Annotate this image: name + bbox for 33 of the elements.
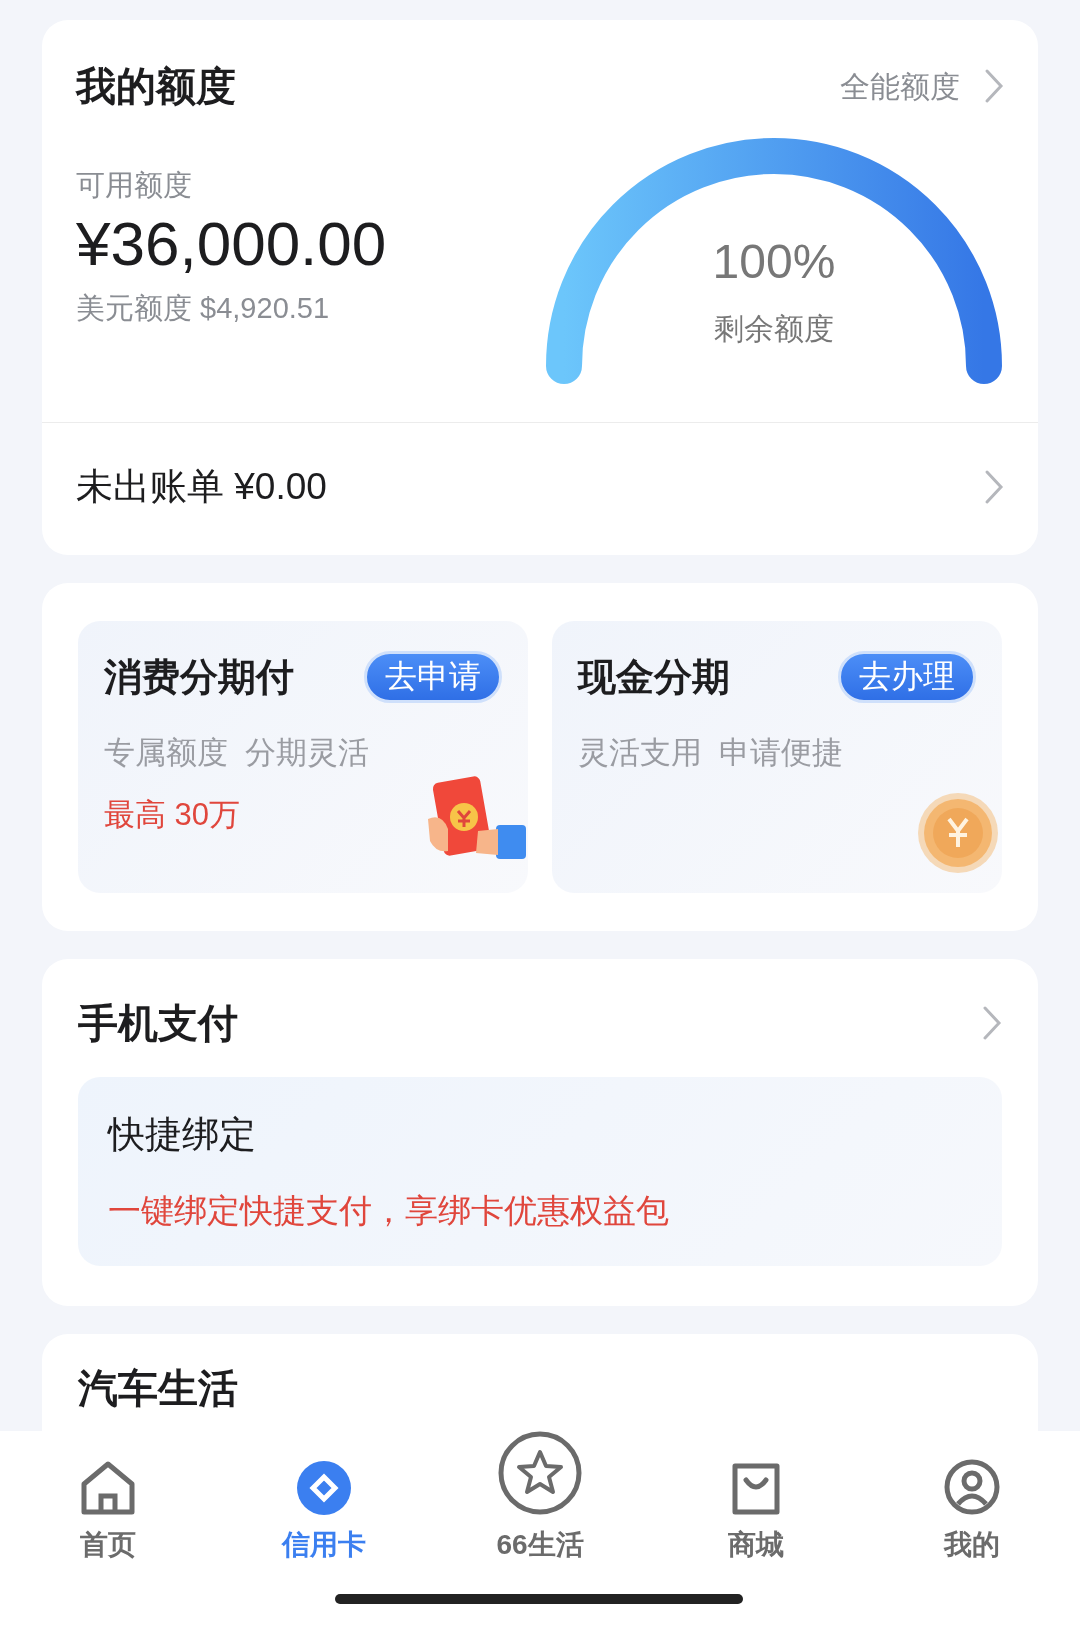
apply-button[interactable]: 去办理 <box>838 651 976 703</box>
tile-subtitle: 专属额度 分期灵活 <box>104 733 371 772</box>
usd-quota-text: 美元额度 $4,920.51 <box>76 290 331 326</box>
apply-button[interactable]: 去申请 <box>364 651 502 703</box>
chevron-icon <box>982 1004 1002 1041</box>
tab-item[interactable]: 商城 <box>651 1462 861 1566</box>
tab-item[interactable]: 我的 <box>867 1458 1077 1566</box>
chevron-icon <box>984 68 1004 104</box>
unbilled-text: 未出账单 ¥0.00 <box>76 465 327 509</box>
panel-title: 快捷绑定 <box>108 1112 257 1157</box>
tab-item[interactable]: 信用卡 <box>219 1460 429 1566</box>
tile-title: 消费分期付 <box>104 654 294 700</box>
limit-text: 最高 30万 <box>104 796 242 834</box>
tile-title: 现金分期 <box>578 654 730 700</box>
tile-subtitle: 灵活支用 申请便捷 <box>578 733 845 772</box>
quick-bind-panel[interactable]: 快捷绑定 一键绑定快捷支付，享绑卡优惠权益包 <box>78 1076 1002 1266</box>
promo-text: 一键绑定快捷支付，享绑卡优惠权益包 <box>108 1191 670 1231</box>
available-amount: ¥36,000.00 <box>76 207 387 279</box>
gauge-percent: 100% <box>712 234 836 290</box>
section-title: 我的额度 <box>76 63 236 110</box>
home-icon <box>79 1460 137 1516</box>
tab-item[interactable]: 66生活 <box>435 1430 645 1566</box>
chevron-icon <box>984 468 1004 505</box>
gauge-label: 剩余额度 <box>714 311 834 347</box>
available-label: 可用额度 <box>76 168 193 203</box>
section-title: 手机支付 <box>78 999 238 1047</box>
tab-item[interactable]: 首页 <box>3 1460 213 1566</box>
installment-tile[interactable]: 消费分期付 去申请 专属额度 分期灵活 最高 30万 <box>78 620 528 893</box>
bag-icon <box>731 1462 781 1516</box>
section-title: 汽车生活 <box>78 1365 238 1410</box>
all-quota-link[interactable]: 全能额度 <box>840 63 960 109</box>
installment-tile[interactable]: 现金分期 去办理 灵活支用 申请便捷 <box>552 620 1002 893</box>
profile-icon <box>943 1458 1001 1516</box>
